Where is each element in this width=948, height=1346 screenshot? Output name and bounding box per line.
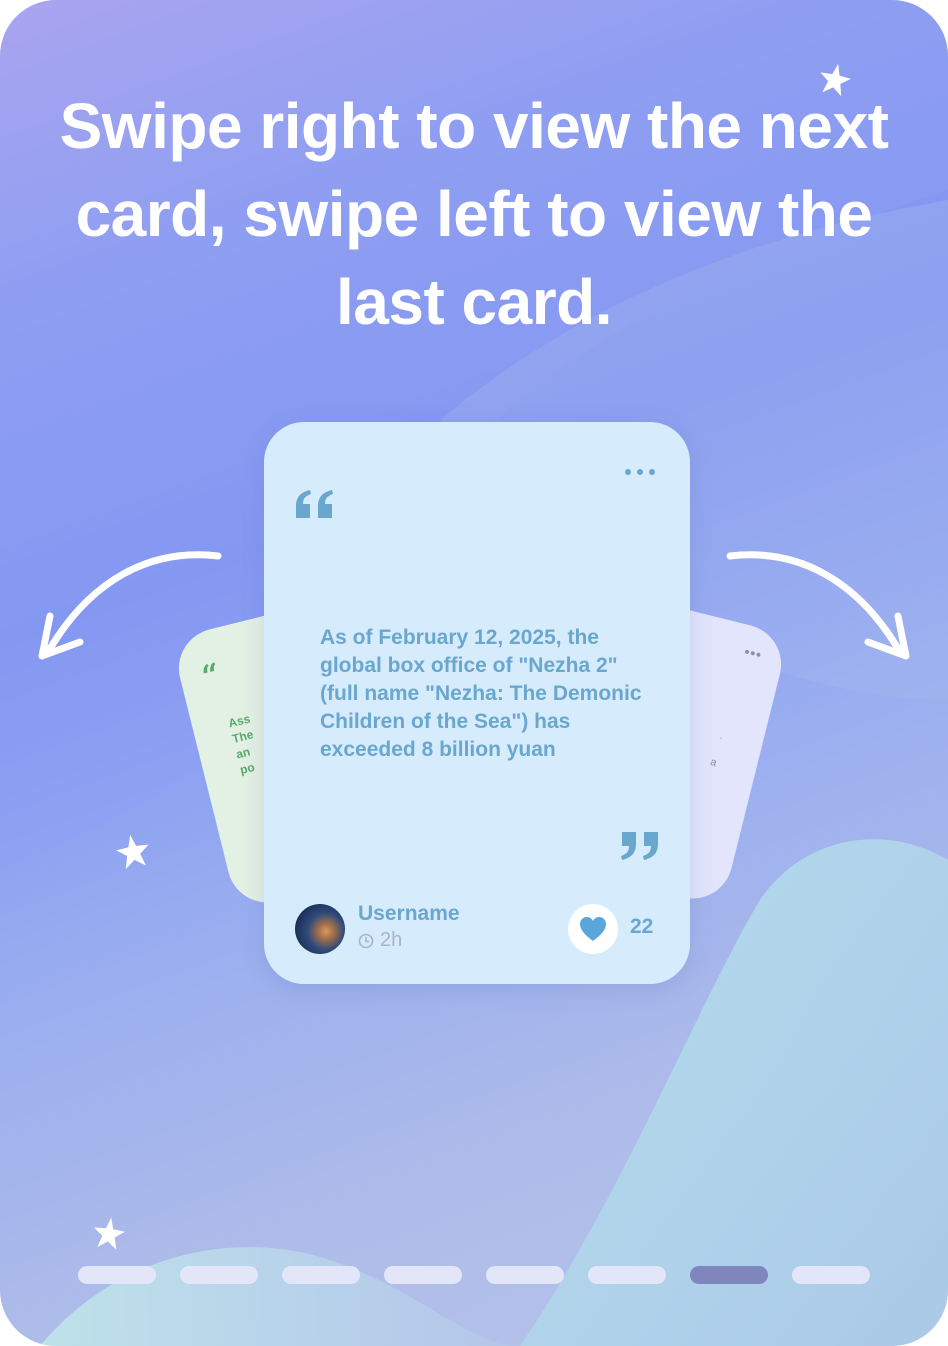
page-dot[interactable]	[792, 1266, 870, 1284]
post-time-label: 2h	[380, 929, 403, 951]
sparkle-star-icon	[116, 834, 149, 869]
onboarding-screen: Swipe right to view the next card, swipe…	[0, 0, 948, 1346]
like-count: 22	[630, 915, 654, 938]
next-card-text: . a	[709, 729, 725, 770]
page-dot[interactable]	[282, 1266, 360, 1284]
page-dot[interactable]	[78, 1266, 156, 1284]
page-dot[interactable]	[486, 1266, 564, 1284]
page-dot[interactable]	[588, 1266, 666, 1284]
quote-close-icon	[621, 832, 658, 860]
current-card[interactable]: As of February 12, 2025, the global box …	[264, 422, 690, 984]
like-button[interactable]	[568, 904, 618, 954]
quote-open-icon: “	[198, 656, 224, 696]
post-time: 2h	[358, 929, 402, 952]
page-dot[interactable]	[180, 1266, 258, 1284]
avatar[interactable]	[295, 904, 345, 954]
card-body-text: As of February 12, 2025, the global box …	[320, 626, 642, 761]
heart-icon	[580, 917, 606, 941]
username[interactable]: Username	[358, 902, 460, 926]
headline: Swipe right to view the next card, swipe…	[59, 90, 889, 338]
ellipsis-icon[interactable]	[624, 467, 656, 477]
sparkle-star-icon	[820, 63, 851, 96]
quote-open-icon	[296, 490, 333, 518]
page-dot[interactable]	[690, 1266, 768, 1284]
page-dot[interactable]	[384, 1266, 462, 1284]
page-indicator	[78, 1266, 872, 1284]
previous-card-text: Ass The an po	[226, 711, 257, 778]
ellipsis-icon: •••	[742, 643, 764, 663]
sparkle-star-icon	[94, 1217, 125, 1250]
clock-icon	[358, 933, 374, 948]
